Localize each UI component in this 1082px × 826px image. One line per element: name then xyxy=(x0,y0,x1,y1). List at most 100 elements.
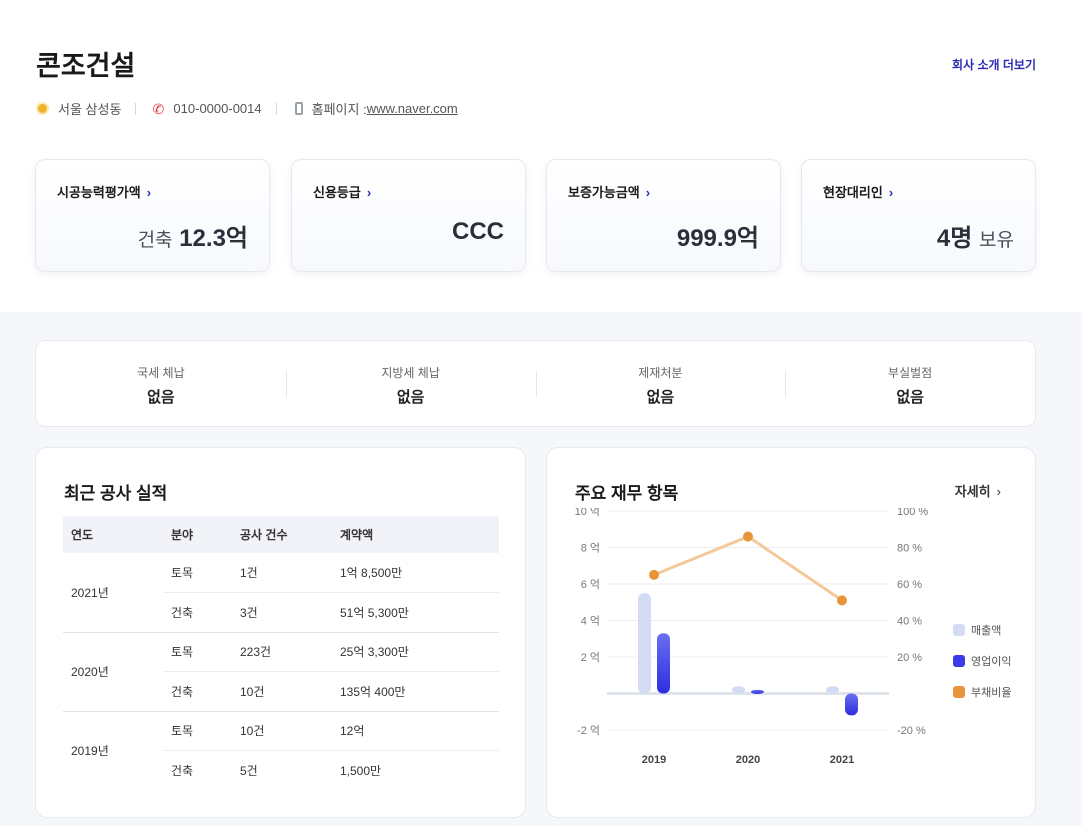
count-cell: 10건 xyxy=(232,711,332,751)
status-label: 부실벌점 xyxy=(888,366,933,380)
table-row: 2020년 토목 223건 25억 3,300만 xyxy=(63,632,499,712)
phone-info: ✆ 010-0000-0014 xyxy=(150,100,262,117)
field-cell: 건축 xyxy=(171,764,194,778)
debt-ratio-point xyxy=(743,531,753,542)
legend-swatch xyxy=(953,654,965,667)
x-tick-label: 2020 xyxy=(736,754,760,766)
finance-title: 주요 재무 항목 xyxy=(575,484,679,503)
chevron-right-icon: › xyxy=(366,185,372,200)
chevron-right-icon: › xyxy=(888,185,894,200)
field-cell: 토목 xyxy=(163,711,232,751)
x-tick-label: 2019 xyxy=(642,754,666,766)
kpi-value: 4명 보유 xyxy=(936,225,1014,252)
kpi-card-site-agents[interactable]: 현장대리인 › 4명 보유 xyxy=(801,159,1036,272)
kpi-title: 보증가능금액 › xyxy=(568,185,651,200)
table-row: 2019년 토목 10건 12억 xyxy=(63,711,499,758)
legend-item: 매출액 xyxy=(953,614,1011,645)
field-cell: 건축 xyxy=(163,592,232,633)
performance-title: 최근 공사 실적 xyxy=(64,484,168,503)
kpi-value: CCC xyxy=(452,218,504,245)
kpi-title: 신용등급 › xyxy=(313,185,372,200)
y-left-tick-label: -2 억 xyxy=(577,724,600,737)
mobile-icon xyxy=(294,102,303,115)
status-label: 지방세 체납 xyxy=(381,366,440,380)
kpi-card-construction-capacity[interactable]: 시공능력평가액 › 건축 12.3억 xyxy=(35,159,270,272)
amount-cell: 135억 400만 xyxy=(332,671,499,712)
debt-ratio-line xyxy=(653,534,843,602)
bar-revenue xyxy=(826,686,839,694)
y-left-tick-label: 2 억 xyxy=(581,651,600,664)
chevron-right-icon: › xyxy=(146,185,152,200)
performance-table: 연도 분야 공사 건수 계약액 2021년 토목 1건 1억 8,500만 건축… xyxy=(63,516,499,790)
column-header: 연도 xyxy=(63,516,163,553)
phone-text: 010-0000-0014 xyxy=(173,101,262,116)
y-right-tick-label: 100 % xyxy=(897,508,928,518)
company-header: 콘조건설 회사 소개 더보기 서울 삼성동 ✆ 010-0000-0014 홈페… xyxy=(0,0,1082,312)
y-left-tick-label: 8 억 xyxy=(581,542,600,555)
count-cell: 5건 xyxy=(240,764,258,778)
amount-cell: 25억 3,300만 xyxy=(332,632,499,672)
divider xyxy=(275,102,277,115)
phone-icon: ✆ xyxy=(152,100,165,117)
y-right-tick-label: -20 % xyxy=(897,725,926,737)
status-label: 제재처분 xyxy=(638,366,683,380)
chart-legend: 매출액영업이익부채비율 xyxy=(953,614,1011,707)
kpi-title: 시공능력평가액 › xyxy=(57,185,152,200)
bar-operating-profit xyxy=(751,689,764,694)
amount-cell: 1억 8,500만 xyxy=(332,553,499,593)
field-cell: 토목 xyxy=(163,632,232,672)
status-local-tax: 지방세 체납 없음 xyxy=(285,341,536,426)
legend-label: 영업이익 xyxy=(971,655,1012,668)
legend-item: 영업이익 xyxy=(953,645,1011,676)
column-header: 공사 건수 xyxy=(232,516,332,553)
finance-detail-link[interactable]: 자세히 › xyxy=(955,481,1001,500)
company-more-link[interactable]: 회사 소개 더보기 xyxy=(952,56,1036,73)
legend-label: 매출액 xyxy=(971,624,1002,637)
column-header: 분야 xyxy=(163,516,232,553)
status-label: 국세 체납 xyxy=(137,366,185,380)
bar-revenue xyxy=(638,593,651,694)
kpi-value: 건축 12.3억 xyxy=(137,225,248,252)
bar-operating-profit xyxy=(657,633,670,694)
status-value: 없음 xyxy=(646,389,675,406)
legend-swatch xyxy=(953,685,965,698)
y-right-tick-label: 40 % xyxy=(897,616,922,628)
status-summary-card: 국세 체납 없음 지방세 체납 없음 제재처분 없음 부실벌점 없음 xyxy=(35,340,1036,427)
performance-panel: 최근 공사 실적 연도 분야 공사 건수 계약액 2021년 토목 1건 1억 … xyxy=(35,447,526,818)
year-cell: 2021년 xyxy=(63,553,163,633)
finance-panel: 주요 재무 항목 자세히 › 10 억 8 억 6 억 4 억 2 억 -2 억 100 % 8… xyxy=(546,447,1036,818)
kpi-title: 현장대리인 › xyxy=(823,185,894,200)
finance-chart: 10 억 8 억 6 억 4 억 2 억 -2 억 100 % 80 % 60 % 40 % 20 … xyxy=(575,508,929,766)
legend-label: 부채비율 xyxy=(971,686,1012,699)
year-cell: 2019년 xyxy=(71,744,109,759)
y-right-tick-label: 20 % xyxy=(897,652,922,664)
count-cell: 1건 xyxy=(232,553,332,593)
kpi-card-guarantee-amount[interactable]: 보증가능금액 › 999.9억 xyxy=(546,159,781,272)
amount-cell: 1,500만 xyxy=(340,764,382,778)
debt-ratio-point xyxy=(649,569,659,580)
count-cell: 223건 xyxy=(232,632,332,672)
status-sanction: 제재처분 없음 xyxy=(535,341,786,426)
field-cell: 토목 xyxy=(163,553,232,593)
column-header: 계약액 xyxy=(332,516,499,553)
count-cell: 3건 xyxy=(232,592,332,633)
status-value: 없음 xyxy=(147,389,175,406)
status-value: 없음 xyxy=(396,389,425,406)
kpi-card-credit-rating[interactable]: 신용등급 › CCC xyxy=(291,159,526,272)
y-left-tick-label: 4 억 xyxy=(581,615,600,628)
y-left-tick-label: 10 억 xyxy=(575,508,600,518)
table-row: 2021년 토목 1건 1억 8,500만 xyxy=(63,553,499,633)
homepage-link[interactable]: www.naver.com xyxy=(367,101,458,116)
status-value: 없음 xyxy=(896,389,924,406)
y-right-tick-label: 60 % xyxy=(897,579,922,591)
homepage-info: 홈페이지 : www.naver.com xyxy=(291,99,458,118)
chevron-right-icon: › xyxy=(996,484,1001,499)
legend-item: 부채비율 xyxy=(953,676,1011,707)
y-right-tick-label: 80 % xyxy=(897,543,922,555)
count-cell: 10건 xyxy=(232,671,332,712)
x-tick-label: 2021 xyxy=(830,754,854,766)
bar-revenue xyxy=(732,686,745,694)
amount-cell: 12억 xyxy=(332,711,499,751)
legend-swatch xyxy=(953,623,965,636)
location-text: 서울 삼성동 xyxy=(58,102,122,117)
